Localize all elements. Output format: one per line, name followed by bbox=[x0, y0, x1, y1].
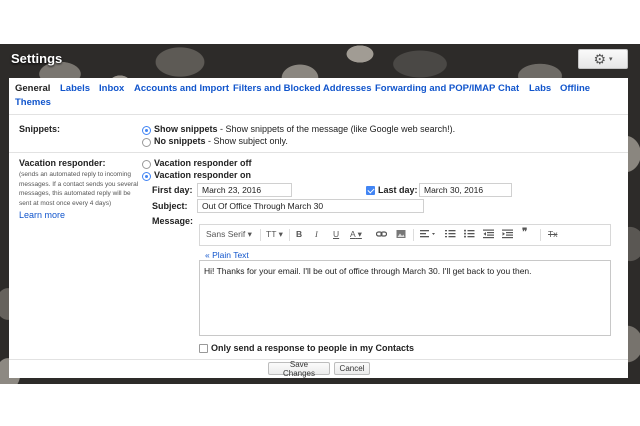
indent-less-icon[interactable] bbox=[483, 229, 494, 241]
settings-panel: General Labels Inbox Accounts and Import… bbox=[9, 78, 628, 378]
indent-more-icon[interactable] bbox=[502, 229, 513, 241]
contacts-only-checkbox[interactable] bbox=[199, 344, 208, 353]
font-size-button[interactable]: TT ▾ bbox=[266, 229, 283, 240]
page-title: Settings bbox=[11, 51, 63, 66]
tab-labs[interactable]: Labs bbox=[529, 82, 551, 96]
vacation-on-label: Vacation responder on bbox=[154, 170, 252, 180]
contacts-only-label: Only send a response to people in my Con… bbox=[211, 343, 415, 353]
text-color-button[interactable]: A ▾ bbox=[350, 229, 362, 240]
font-family-select[interactable]: Sans Serif ▾ bbox=[206, 229, 252, 240]
chevron-down-icon: ▾ bbox=[247, 229, 252, 239]
tab-accounts[interactable]: Accounts and Import bbox=[134, 82, 229, 96]
show-snippets-desc: - Show snippets of the message (like Goo… bbox=[217, 124, 456, 134]
last-day-input[interactable] bbox=[419, 183, 512, 197]
show-snippets-option: Show snippets - Show snippets of the mes… bbox=[154, 124, 455, 134]
message-editor[interactable]: Hi! Thanks for your email. I'll be out o… bbox=[199, 260, 611, 336]
tab-filters[interactable]: Filters and Blocked Addresses bbox=[233, 82, 372, 96]
show-snippets-title: Show snippets bbox=[154, 124, 218, 134]
quote-button[interactable]: ❞ bbox=[522, 227, 527, 238]
show-snippets-radio[interactable] bbox=[142, 126, 151, 135]
chevron-down-icon: ▾ bbox=[609, 56, 613, 63]
tab-inbox[interactable]: Inbox bbox=[99, 82, 124, 96]
font-size-icon: TT bbox=[266, 229, 277, 239]
font-family-value: Sans Serif bbox=[206, 229, 246, 239]
toolbar-separator bbox=[540, 229, 541, 241]
toolbar-separator bbox=[413, 229, 414, 241]
tab-general[interactable]: General bbox=[15, 82, 50, 96]
bulleted-list-icon[interactable] bbox=[464, 229, 475, 241]
vacation-off-radio[interactable] bbox=[142, 160, 151, 169]
underline-button[interactable]: U bbox=[333, 229, 339, 239]
vacation-help-text: (sends an automated reply to incoming me… bbox=[19, 171, 139, 207]
tab-chat[interactable]: Chat bbox=[498, 82, 519, 96]
text-color-icon: A bbox=[350, 229, 356, 239]
vacation-on-radio[interactable] bbox=[142, 172, 151, 181]
settings-gear-button[interactable]: ⚙ ▾ bbox=[578, 49, 628, 69]
snippets-label: Snippets: bbox=[19, 124, 61, 134]
divider bbox=[9, 114, 628, 115]
toolbar-separator bbox=[289, 229, 290, 241]
tab-forwarding[interactable]: Forwarding and POP/IMAP bbox=[375, 82, 495, 96]
no-snippets-desc: - Show subject only. bbox=[205, 136, 288, 146]
toolbar-separator bbox=[260, 229, 261, 241]
tab-offline[interactable]: Offline bbox=[560, 82, 590, 96]
plain-text-link[interactable]: « Plain Text bbox=[205, 250, 249, 260]
message-label: Message: bbox=[152, 216, 194, 226]
gear-icon: ⚙ bbox=[593, 51, 607, 67]
subject-input[interactable] bbox=[197, 199, 424, 213]
tab-labels[interactable]: Labels bbox=[60, 82, 90, 96]
no-snippets-title: No snippets bbox=[154, 136, 206, 146]
chevron-down-icon: ▾ bbox=[278, 229, 283, 239]
vacation-off-label: Vacation responder off bbox=[154, 158, 252, 168]
link-icon[interactable] bbox=[375, 229, 388, 241]
image-icon[interactable] bbox=[396, 229, 406, 241]
no-snippets-radio[interactable] bbox=[142, 138, 151, 147]
divider bbox=[9, 152, 628, 153]
save-changes-button[interactable]: Save Changes bbox=[268, 360, 330, 378]
vacation-label: Vacation responder: bbox=[19, 158, 106, 168]
align-icon[interactable] bbox=[420, 229, 436, 241]
last-day-checkbox[interactable] bbox=[366, 186, 375, 195]
numbered-list-icon[interactable] bbox=[445, 229, 456, 241]
formatting-toolbar: Sans Serif ▾ TT ▾ B I U A ▾ ❞ Tx bbox=[199, 224, 611, 246]
cancel-button[interactable]: Cancel bbox=[334, 362, 370, 375]
italic-button[interactable]: I bbox=[315, 229, 318, 239]
first-day-label: First day: bbox=[152, 185, 193, 195]
bold-button[interactable]: B bbox=[296, 229, 302, 239]
last-day-label: Last day: bbox=[378, 185, 418, 195]
subject-label: Subject: bbox=[152, 201, 188, 211]
first-day-input[interactable] bbox=[197, 183, 292, 197]
no-snippets-option: No snippets - Show subject only. bbox=[154, 136, 288, 146]
remove-formatting-button[interactable]: Tx bbox=[548, 229, 557, 239]
learn-more-link[interactable]: Learn more bbox=[19, 210, 65, 220]
tab-themes[interactable]: Themes bbox=[15, 96, 51, 110]
chevron-down-icon: ▾ bbox=[357, 229, 362, 239]
